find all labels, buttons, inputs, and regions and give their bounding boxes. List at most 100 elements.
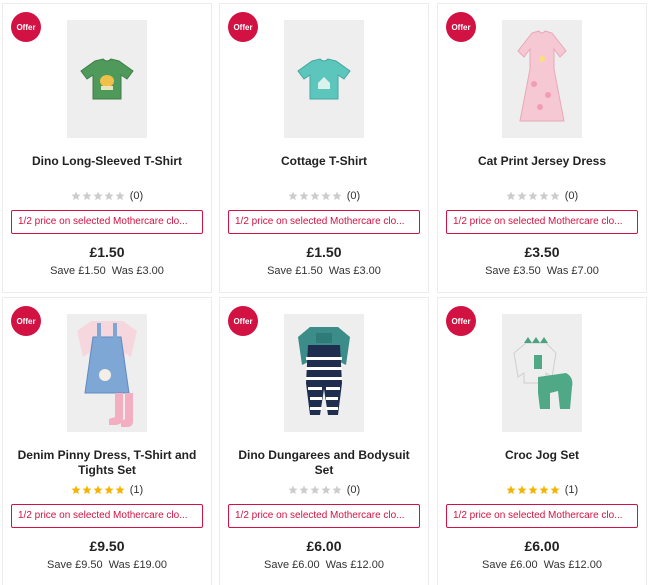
striped-dungarees-icon [298, 327, 350, 415]
star-rating [71, 191, 126, 201]
save-amount: Save £3.50 [485, 265, 541, 277]
product-title[interactable]: Cottage T-Shirt [228, 154, 420, 169]
save-amount: Save £1.50 [50, 265, 106, 277]
star-icon [528, 485, 538, 495]
product-image[interactable] [67, 314, 147, 432]
denim-pinny-set-icon [77, 321, 137, 427]
star-icon [93, 191, 103, 201]
product-image[interactable] [284, 314, 364, 432]
promo-link[interactable]: 1/2 price on selected Mothercare clo... [11, 504, 203, 528]
product-image[interactable] [502, 314, 582, 432]
product-card[interactable]: Offer Cat Print Jersey Dress (0) 1/2 pri… [437, 3, 647, 293]
star-icon [71, 485, 81, 495]
pink-dress-icon [517, 30, 567, 122]
croc-jog-set-icon [513, 337, 573, 409]
product-rating: (0) [220, 484, 428, 496]
product-grid: Offer Dino Long-Sleeved T-Shirt (0) 1/2 … [0, 0, 650, 585]
star-icon [82, 191, 92, 201]
star-rating [288, 191, 343, 201]
promo-link[interactable]: 1/2 price on selected Mothercare clo... [11, 210, 203, 234]
star-rating [506, 191, 561, 201]
offer-badge: Offer [228, 306, 258, 336]
star-icon [288, 485, 298, 495]
product-title[interactable]: Dino Long-Sleeved T-Shirt [11, 154, 203, 169]
star-icon [93, 485, 103, 495]
star-icon [104, 485, 114, 495]
save-amount: Save £9.50 [47, 559, 103, 571]
review-count: (1) [129, 484, 144, 496]
review-count: (0) [564, 190, 579, 202]
was-price: Was £3.00 [328, 265, 381, 277]
star-icon [82, 485, 92, 495]
save-amount: Save £6.00 [264, 559, 320, 571]
star-icon [310, 485, 320, 495]
save-amount: Save £1.50 [267, 265, 323, 277]
current-price: £6.00 [306, 538, 342, 554]
promo-link[interactable]: 1/2 price on selected Mothercare clo... [446, 504, 638, 528]
review-count: (0) [346, 484, 361, 496]
star-icon [115, 485, 125, 495]
product-rating: (1) [438, 484, 646, 496]
star-icon [539, 485, 549, 495]
star-icon [288, 191, 298, 201]
product-rating: (0) [3, 190, 211, 202]
star-icon [332, 485, 342, 495]
star-icon [321, 485, 331, 495]
teal-tshirt-icon [297, 58, 351, 100]
current-price: £9.50 [89, 538, 125, 554]
product-title[interactable]: Croc Jog Set [446, 448, 638, 463]
star-rating [71, 485, 126, 495]
product-card[interactable]: Offer Croc Jog Set (1) 1/2 price on sele… [437, 297, 647, 585]
current-price: £6.00 [524, 538, 560, 554]
star-icon [517, 485, 527, 495]
product-card[interactable]: Offer Cottage T-Shirt (0) 1/2 price on s… [219, 3, 429, 293]
star-icon [299, 191, 309, 201]
was-price: Was £3.00 [111, 265, 164, 277]
save-amount: Save £6.00 [482, 559, 538, 571]
product-image[interactable] [502, 20, 582, 138]
current-price: £1.50 [89, 244, 125, 260]
star-icon [506, 191, 516, 201]
product-title[interactable]: Denim Pinny Dress, T-Shirt and Tights Se… [11, 448, 203, 478]
product-card[interactable]: Offer Dino Long-Sleeved T-Shirt (0) 1/2 … [2, 3, 212, 293]
star-rating [288, 485, 343, 495]
product-title[interactable]: Cat Print Jersey Dress [446, 154, 638, 169]
star-icon [332, 191, 342, 201]
savings-line: Save £3.50 Was £7.00 [438, 265, 646, 277]
star-icon [299, 485, 309, 495]
offer-badge: Offer [11, 12, 41, 42]
product-image[interactable] [67, 20, 147, 138]
offer-badge: Offer [446, 12, 476, 42]
star-icon [539, 191, 549, 201]
star-icon [506, 485, 516, 495]
current-price: £1.50 [306, 244, 342, 260]
product-title[interactable]: Dino Dungarees and Bodysuit Set [228, 448, 420, 478]
savings-line: Save £9.50 Was £19.00 [3, 559, 211, 571]
was-price: Was £12.00 [543, 559, 602, 571]
review-count: (0) [346, 190, 361, 202]
promo-link[interactable]: 1/2 price on selected Mothercare clo... [228, 504, 420, 528]
savings-line: Save £6.00 Was £12.00 [220, 559, 428, 571]
green-tshirt-icon [80, 58, 134, 100]
star-icon [550, 485, 560, 495]
star-icon [550, 191, 560, 201]
product-rating: (0) [220, 190, 428, 202]
product-card[interactable]: Offer Denim Pinny Dress, T-Shirt and Tig… [2, 297, 212, 585]
star-icon [104, 191, 114, 201]
product-rating: (0) [438, 190, 646, 202]
star-icon [310, 191, 320, 201]
was-price: Was £12.00 [325, 559, 384, 571]
star-icon [321, 191, 331, 201]
promo-link[interactable]: 1/2 price on selected Mothercare clo... [228, 210, 420, 234]
offer-badge: Offer [11, 306, 41, 336]
was-price: Was £19.00 [108, 559, 167, 571]
savings-line: Save £6.00 Was £12.00 [438, 559, 646, 571]
product-card[interactable]: Offer Dino Dungarees and Bodysuit Set (0… [219, 297, 429, 585]
review-count: (1) [564, 484, 579, 496]
promo-link[interactable]: 1/2 price on selected Mothercare clo... [446, 210, 638, 234]
review-count: (0) [129, 190, 144, 202]
product-image[interactable] [284, 20, 364, 138]
savings-line: Save £1.50 Was £3.00 [3, 265, 211, 277]
offer-badge: Offer [228, 12, 258, 42]
product-rating: (1) [3, 484, 211, 496]
